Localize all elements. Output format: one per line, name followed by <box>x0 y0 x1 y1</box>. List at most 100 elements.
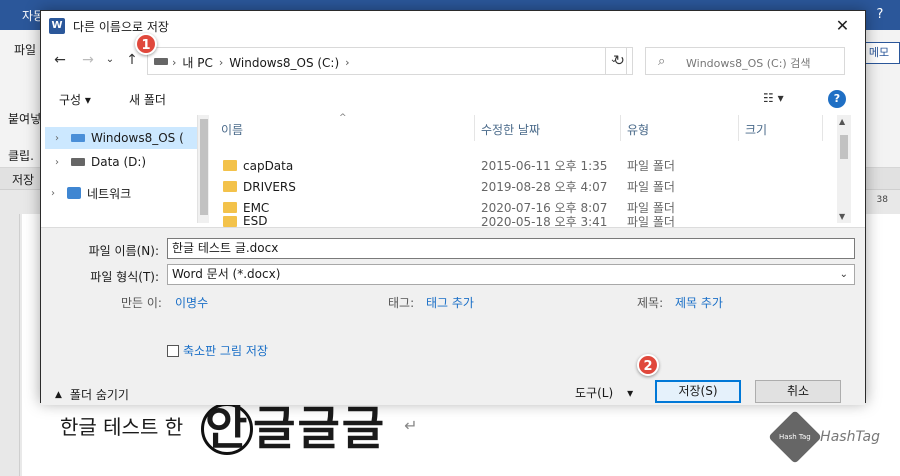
file-name-cell: DRIVERS <box>215 180 475 194</box>
tags-value[interactable]: 태그 추가 <box>426 294 474 311</box>
tags-label: 태그: <box>388 296 415 310</box>
file-name-cell: ESD <box>215 215 475 227</box>
refresh-button[interactable]: ↻ <box>605 47 633 75</box>
file-list-header: ^ 이름 수정한 날짜 유형 크기 <box>215 113 845 141</box>
file-type: 파일 폴더 <box>627 180 675 194</box>
paragraph-mark-icon: ↵ <box>404 415 418 435</box>
hashtag-watermark-text: HashTag <box>820 429 880 445</box>
author-value[interactable]: 이명수 <box>175 294 208 311</box>
folder-icon <box>223 160 237 171</box>
file-name: capData <box>243 158 294 173</box>
filename-field[interactable]: 한글 테스트 글.docx <box>167 238 855 259</box>
vertical-ruler <box>0 214 20 476</box>
sort-ascending-icon: ^ <box>339 113 347 123</box>
nav-item-label: Windows8_OS ( <box>91 131 184 145</box>
folder-icon <box>223 215 237 227</box>
hashtag-logo-icon: Hash Tag <box>768 410 823 464</box>
dialog-title: 다른 이름으로 저장 <box>73 20 169 34</box>
nav-item-data-drive[interactable]: › Data (D:) <box>45 151 146 173</box>
ribbon-file-tab[interactable]: 파일 <box>14 41 36 58</box>
file-list-scrollbar[interactable]: ▲ ▼ <box>837 115 851 223</box>
save-as-dialog: W 다른 이름으로 저장 ✕ ← → ⌄ ↑ › 내 PC › Windows8… <box>40 10 866 405</box>
hide-folders-button[interactable]: ▲ 폴더 숨기기 <box>55 386 129 403</box>
word-help-button[interactable]: ? <box>868 4 892 26</box>
ribbon-paste-button[interactable]: 붙여넣 <box>8 110 41 127</box>
nav-pane-scrollbar[interactable] <box>197 115 209 223</box>
nav-item-label: 네트워크 <box>87 186 132 201</box>
address-bar[interactable]: › 내 PC › Windows8_OS (C:) › ⌄ <box>147 47 627 75</box>
breadcrumb-item-windows8-os[interactable]: Windows8_OS (C:) <box>229 56 339 70</box>
ribbon-clipboard-group: 클립. <box>8 149 34 163</box>
command-bar: 구성 ▾ 새 폴더 ☷ ▾ ? <box>41 87 865 111</box>
breadcrumb-item-this-pc[interactable]: 내 PC <box>182 54 212 71</box>
column-header-type[interactable]: 유형 <box>621 115 739 141</box>
scroll-down-icon[interactable]: ▼ <box>839 212 845 221</box>
scrollbar-thumb[interactable] <box>200 119 208 215</box>
circled-char: 안 <box>201 403 254 455</box>
nav-item-network[interactable]: › 네트워크 <box>41 182 131 204</box>
scrollbar-thumb[interactable] <box>840 135 848 159</box>
ruler-number: 38 <box>876 195 888 205</box>
file-name: DRIVERS <box>243 179 296 194</box>
navigation-bar: ← → ⌄ ↑ › 내 PC › Windows8_OS (C:) › ⌄ ↻ … <box>41 45 865 77</box>
save-form: 파일 이름(N): 한글 테스트 글.docx 파일 형식(T): Word 문… <box>41 227 865 405</box>
expand-chevron-icon[interactable]: › <box>51 188 61 199</box>
folder-icon <box>223 181 237 192</box>
file-row[interactable]: DRIVERS 2019-08-28 오후 4:07 파일 폴더 <box>215 176 825 197</box>
scroll-up-icon[interactable]: ▲ <box>839 117 845 126</box>
filetype-value: Word 문서 (*.docx) <box>172 267 281 281</box>
nav-item-windows8-os[interactable]: › Windows8_OS ( <box>45 127 197 149</box>
search-icon: ⌕ <box>658 54 666 69</box>
filetype-select[interactable]: Word 문서 (*.docx) ⌄ <box>167 264 855 285</box>
word-icon: W <box>49 18 65 34</box>
forward-button[interactable]: → <box>77 49 99 71</box>
breadcrumb-separator: › <box>345 56 350 69</box>
file-name-cell: capData <box>215 159 475 173</box>
step-badge-2: 2 <box>637 354 659 376</box>
new-folder-button[interactable]: 새 폴더 <box>129 91 166 108</box>
expand-chevron-icon[interactable]: › <box>55 157 65 168</box>
document-text-large-rest: 글글글 <box>253 401 387 455</box>
breadcrumb-separator: › <box>172 56 177 69</box>
help-icon[interactable]: ? <box>828 90 846 108</box>
search-input[interactable]: ⌕ Windows8_OS (C:) 검색 <box>645 47 845 75</box>
column-header-size[interactable]: 크기 <box>739 115 823 141</box>
checkbox-box[interactable] <box>167 344 179 357</box>
nav-item-label: Data (D:) <box>91 155 147 169</box>
filename-label: 파일 이름(N): <box>88 244 159 258</box>
file-date: 2020-05-18 오후 3:41 <box>481 215 608 227</box>
view-options-button[interactable]: ☷ ▾ <box>763 91 784 105</box>
file-date: 2019-08-28 오후 4:07 <box>481 180 608 194</box>
file-name: ESD <box>243 215 268 227</box>
hashtag-logo-text: Hash Tag <box>779 433 812 441</box>
close-button[interactable]: ✕ <box>820 11 865 41</box>
file-type: 파일 폴더 <box>627 215 675 227</box>
save-thumbnail-checkbox[interactable]: 축소판 그림 저장 <box>167 342 268 359</box>
organize-button[interactable]: 구성 ▾ <box>59 91 91 108</box>
save-button[interactable]: 저장(S) <box>655 380 741 403</box>
file-row[interactable]: ESD 2020-05-18 오후 3:41 파일 폴더 <box>215 215 825 227</box>
navigation-pane: › Windows8_OS ( › Data (D:) › 네트워크 <box>41 115 197 223</box>
save-thumbnail-label: 축소판 그림 저장 <box>183 344 268 358</box>
author-label: 만든 이: <box>121 296 162 310</box>
recent-locations-button[interactable]: ⌄ <box>99 49 121 71</box>
hide-folders-label: 폴더 숨기기 <box>69 388 129 402</box>
file-type: 파일 폴더 <box>627 201 675 215</box>
drive-icon <box>154 58 168 65</box>
title-value[interactable]: 제목 추가 <box>675 294 723 311</box>
hashtag-watermark: Hash Tag HashTag <box>768 410 880 464</box>
column-header-date[interactable]: 수정한 날짜 <box>475 115 621 141</box>
back-button[interactable]: ← <box>49 49 71 71</box>
tools-dropdown-icon: ▾ <box>627 385 634 400</box>
title-label: 제목: <box>637 296 664 310</box>
tools-label: 도구(L) <box>575 386 614 400</box>
cancel-button[interactable]: 취소 <box>755 380 841 403</box>
dialog-title-bar: W 다른 이름으로 저장 ✕ <box>41 11 865 41</box>
chevron-up-icon: ▲ <box>55 389 62 400</box>
expand-chevron-icon[interactable]: › <box>55 133 65 144</box>
file-list: ^ 이름 수정한 날짜 유형 크기 capData 2015-06-11 오후 … <box>215 113 845 227</box>
tools-menu[interactable]: 도구(L) ▾ <box>575 384 633 401</box>
file-type: 파일 폴더 <box>627 159 675 173</box>
file-date: 2020-07-16 오후 8:07 <box>481 201 608 215</box>
file-row[interactable]: capData 2015-06-11 오후 1:35 파일 폴더 <box>215 155 825 176</box>
